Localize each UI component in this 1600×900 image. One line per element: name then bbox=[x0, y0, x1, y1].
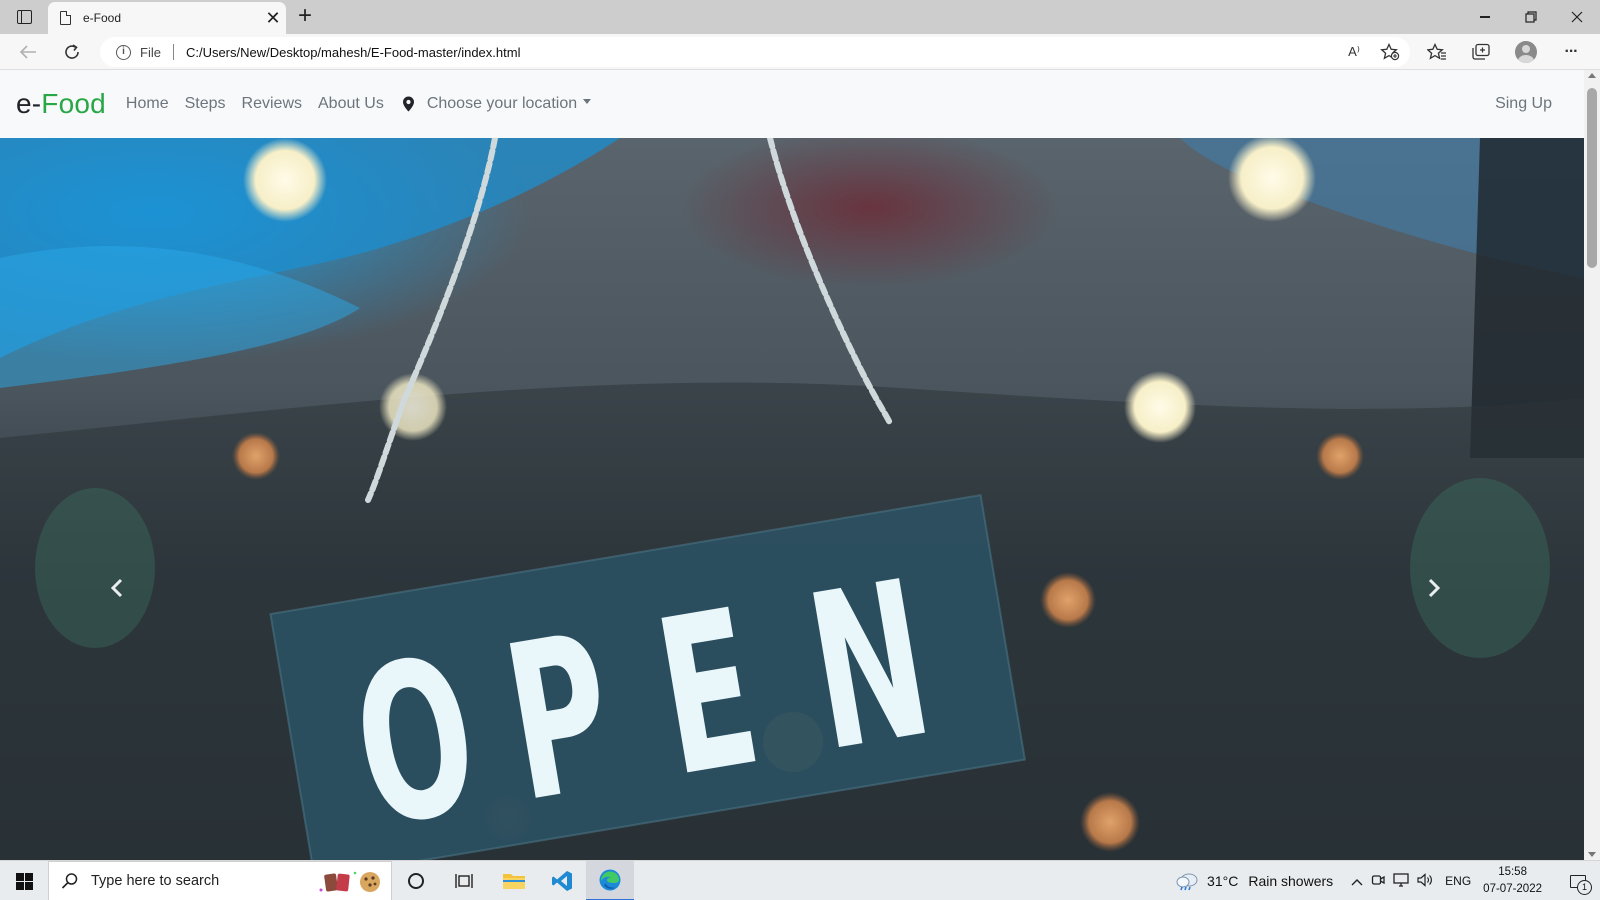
tab-actions-icon[interactable] bbox=[8, 6, 40, 28]
info-icon[interactable]: i bbox=[116, 44, 131, 60]
favorites-button[interactable] bbox=[1424, 40, 1450, 64]
carousel-next-button[interactable] bbox=[1414, 558, 1454, 618]
task-view-icon bbox=[455, 874, 473, 888]
browser-tab[interactable]: e-Food ✕ bbox=[48, 2, 286, 34]
chevron-down-icon bbox=[583, 99, 592, 105]
weather-rain-icon bbox=[1176, 873, 1198, 891]
profile-icon bbox=[1515, 41, 1537, 63]
windows-icon bbox=[15, 872, 33, 890]
hero-carousel: O P E N bbox=[0, 138, 1584, 860]
vscode-button[interactable] bbox=[538, 861, 586, 900]
page-scrollbar[interactable] bbox=[1584, 70, 1600, 860]
chevron-left-icon bbox=[110, 578, 123, 598]
protocol-label: File bbox=[140, 44, 161, 60]
chevron-right-icon bbox=[1428, 578, 1441, 598]
site-navbar: e-Food Home Steps Reviews About Us Choos… bbox=[0, 70, 1584, 138]
cortana-button[interactable] bbox=[392, 861, 440, 900]
more-icon: ··· bbox=[1564, 43, 1579, 60]
close-window-button[interactable] bbox=[1554, 0, 1600, 34]
nav-link-home[interactable]: Home bbox=[118, 95, 177, 113]
url-text[interactable]: C:/Users/New/Desktop/mahesh/E-Food-maste… bbox=[186, 45, 521, 60]
brand-accent: Food bbox=[41, 88, 106, 119]
nav-link-about-us[interactable]: About Us bbox=[310, 95, 392, 113]
language-indicator[interactable]: ENG bbox=[1445, 874, 1471, 888]
scroll-down-icon[interactable] bbox=[1588, 852, 1596, 857]
browser-title-bar: e-Food ✕ + bbox=[0, 0, 1600, 34]
tab-close-button[interactable]: ✕ bbox=[260, 9, 286, 27]
back-button[interactable] bbox=[12, 38, 44, 66]
notification-count-badge: 1 bbox=[1577, 880, 1592, 895]
windows-taskbar: Type here to search 31°C Rain showers EN… bbox=[0, 860, 1600, 900]
system-tray: 31°C Rain showers ENG 15:58 07-07-2022 1 bbox=[1175, 861, 1600, 900]
address-separator bbox=[172, 44, 174, 60]
weather-description: Rain showers bbox=[1248, 873, 1334, 889]
edge-taskbar-button[interactable] bbox=[586, 861, 634, 900]
location-dropdown-label: Choose your location bbox=[426, 95, 578, 112]
cortana-icon bbox=[408, 873, 424, 889]
clock-date: 07-07-2022 bbox=[1483, 883, 1542, 895]
nav-link-reviews[interactable]: Reviews bbox=[234, 95, 310, 113]
volume-icon[interactable] bbox=[1417, 872, 1433, 890]
add-favorite-icon[interactable] bbox=[1380, 43, 1400, 61]
brand-prefix: e- bbox=[16, 88, 42, 119]
reload-button[interactable] bbox=[56, 38, 88, 66]
brand-logo[interactable]: e-Food bbox=[16, 88, 106, 120]
address-toolbar: i File C:/Users/New/Desktop/mahesh/E-Foo… bbox=[0, 34, 1600, 70]
collections-icon bbox=[1472, 43, 1490, 60]
collections-button[interactable] bbox=[1468, 40, 1494, 64]
favorites-icon bbox=[1427, 43, 1446, 60]
start-button[interactable] bbox=[0, 861, 48, 900]
clock-time: 15:58 bbox=[1498, 866, 1527, 878]
minimize-button[interactable] bbox=[1462, 0, 1508, 34]
more-menu-button[interactable]: ··· bbox=[1558, 40, 1584, 64]
weather-temperature: 31°C bbox=[1207, 873, 1239, 889]
chevron-up-icon[interactable] bbox=[1351, 874, 1363, 889]
scroll-up-icon[interactable] bbox=[1588, 73, 1596, 78]
tab-title: e-Food bbox=[83, 11, 122, 25]
profile-button[interactable] bbox=[1513, 40, 1539, 64]
nav-link-steps[interactable]: Steps bbox=[177, 95, 234, 113]
notification-center-button[interactable]: 1 bbox=[1556, 861, 1600, 900]
file-explorer-button[interactable] bbox=[490, 861, 538, 900]
weather-widget[interactable]: 31°C Rain showers bbox=[1175, 871, 1333, 891]
clock[interactable]: 15:58 07-07-2022 bbox=[1483, 864, 1542, 898]
back-icon bbox=[19, 45, 36, 59]
task-view-button[interactable] bbox=[440, 861, 488, 900]
search-icon bbox=[61, 873, 78, 889]
vscode-icon bbox=[552, 871, 572, 891]
search-placeholder: Type here to search bbox=[91, 873, 220, 889]
taskbar-search[interactable]: Type here to search bbox=[48, 861, 392, 900]
read-aloud-icon[interactable]: A⁾ bbox=[1348, 44, 1360, 60]
address-bar[interactable]: i File C:/Users/New/Desktop/mahesh/E-Foo… bbox=[100, 37, 1410, 67]
page-viewport: e-Food Home Steps Reviews About Us Choos… bbox=[0, 70, 1584, 860]
location-dropdown[interactable]: Choose your location bbox=[427, 95, 599, 113]
new-tab-button[interactable]: + bbox=[292, 4, 318, 30]
carousel-prev-button[interactable] bbox=[97, 558, 137, 618]
signup-link[interactable]: Sing Up bbox=[1495, 70, 1552, 138]
location-pin-icon bbox=[402, 96, 414, 112]
page-icon bbox=[60, 11, 71, 25]
restore-button[interactable] bbox=[1508, 0, 1554, 34]
network-icon[interactable] bbox=[1393, 872, 1409, 890]
reload-icon bbox=[65, 44, 79, 59]
edge-icon bbox=[599, 869, 621, 891]
open-sign-photo: O P E N bbox=[0, 138, 1584, 860]
search-highlight-icon bbox=[319, 871, 380, 892]
scrollbar-thumb[interactable] bbox=[1587, 88, 1597, 268]
meet-now-icon[interactable] bbox=[1371, 873, 1385, 890]
folder-icon bbox=[503, 874, 525, 889]
